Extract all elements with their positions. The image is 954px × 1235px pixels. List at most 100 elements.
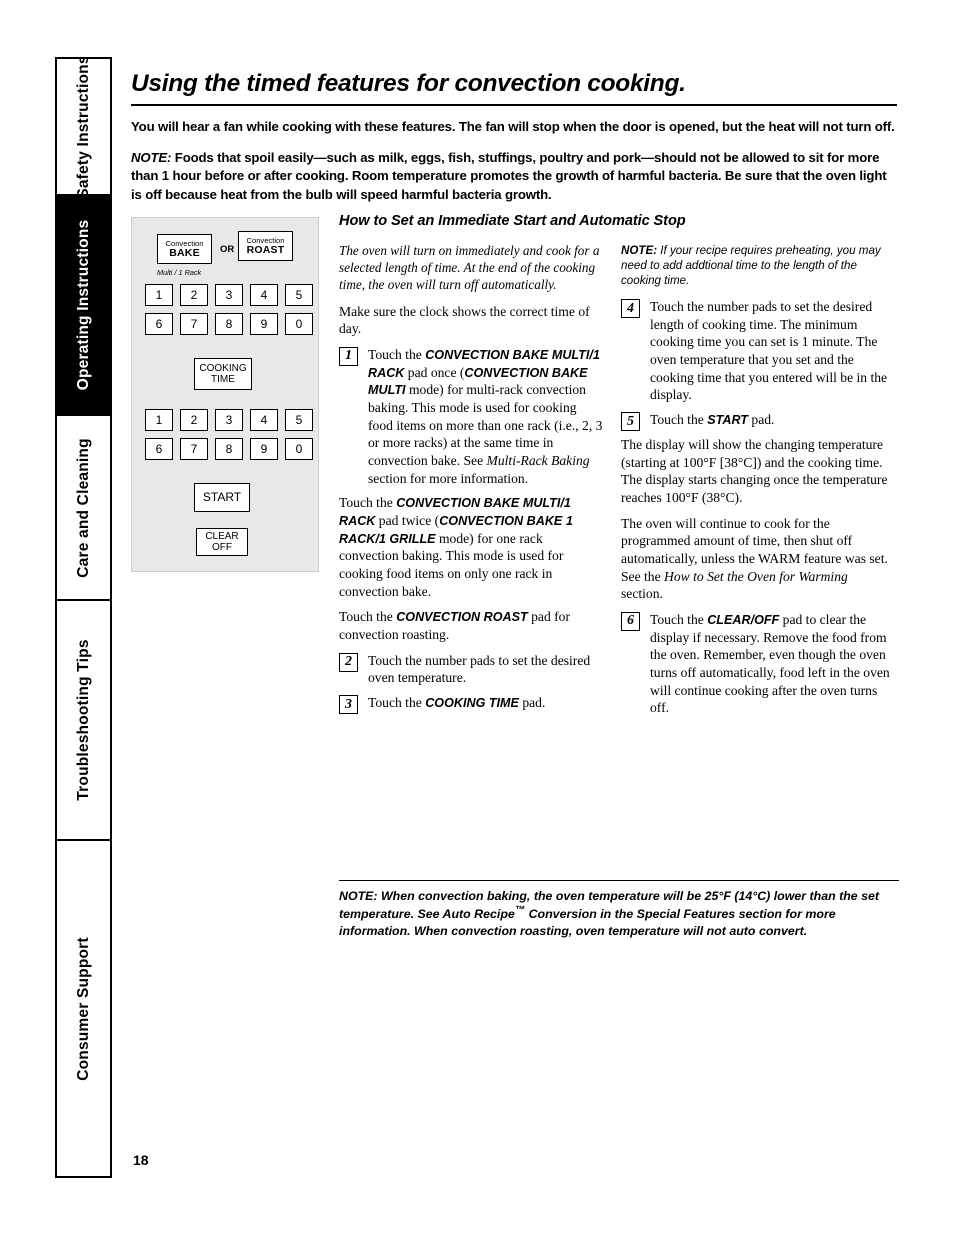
control-panel-illustration: Convection BAKE OR Convection ROAST Mult… (131, 216, 319, 572)
numpad-key[interactable]: 6 (145, 312, 173, 335)
sidebar-tab-care-and-cleaning[interactable]: Care and Cleaning (57, 416, 110, 601)
text-run: pad. (748, 412, 775, 428)
numbered-step: 2 Touch the number pads to set the desire… (339, 652, 604, 687)
sidebar-tab-operating-instructions[interactable]: Operating Instructions (57, 196, 110, 416)
numbered-step: 1 Touch the CONVECTION BAKE MULTI/1 RACK … (339, 346, 604, 487)
sidebar-tab-consumer-support[interactable]: Consumer Support (57, 841, 110, 1176)
start-pad-label: START (202, 489, 242, 504)
page-title: Using the timed features for convection … (131, 70, 686, 97)
cooking-time-pad-line1: COOKING (199, 362, 247, 374)
body-paragraph: The display will show the changing tempe… (621, 436, 893, 507)
sidebar-tab-troubleshooting-tips[interactable]: Troubleshooting Tips (57, 601, 110, 841)
numpad-key[interactable]: 7 (180, 437, 208, 460)
text-run: CONVECTION ROAST (396, 610, 528, 625)
text-run: CLEAR/OFF (707, 612, 780, 627)
numpad-key[interactable]: 2 (180, 283, 208, 306)
column-right: NOTE: If your recipe requires preheating… (621, 243, 893, 724)
text-run: The display will show the changing tempe… (621, 436, 888, 505)
intro-note-label: NOTE: (131, 149, 172, 165)
numpad-key[interactable]: 9 (250, 312, 278, 335)
body-paragraph: Touch the CONVECTION ROAST pad for conve… (339, 608, 604, 643)
numpad-key[interactable]: 4 (250, 408, 278, 431)
convection-roast-pad[interactable]: Convection ROAST (238, 230, 293, 261)
text-run: Touch the (650, 412, 708, 428)
numpad-key[interactable]: 6 (145, 437, 173, 460)
body-paragraph: Touch the CONVECTION BAKE MULTI/1 RACK p… (339, 494, 604, 600)
sidebar-tab-label: Care and Cleaning (74, 437, 92, 578)
clear-off-pad-line1: CLEAR (205, 530, 239, 542)
text-run: pad. (518, 695, 546, 711)
numpad-key[interactable]: 5 (285, 283, 313, 306)
column-left-leadin: Make sure the clock shows the correct ti… (339, 303, 590, 337)
sidebar-tab-label: Troubleshooting Tips (74, 639, 92, 801)
text-run: Touch the (339, 609, 397, 625)
sidebar-tab-label: Safety Instructions (74, 59, 92, 196)
text-run: Touch the (339, 495, 397, 511)
page-number: 18 (133, 1152, 149, 1168)
intro-paragraph-1: You will hear a fan while cooking with t… (131, 119, 895, 134)
text-run: section. (621, 586, 663, 602)
numpad-key[interactable]: 5 (285, 408, 313, 431)
start-pad[interactable]: START (194, 482, 250, 512)
section-heading: How to Set an Immediate Start and Automa… (339, 212, 686, 229)
steps-list-right-tail: 6 Touch the CLEAR/OFF pad to clear the di… (621, 611, 893, 717)
numbered-step: 6 Touch the CLEAR/OFF pad to clear the di… (621, 611, 893, 717)
sidebar-tab-safety-instructions[interactable]: Safety Instructions (57, 59, 110, 196)
cooking-time-pad[interactable]: COOKING TIME (194, 357, 252, 390)
numpad-key[interactable]: 0 (285, 312, 313, 335)
multi-rack-label: Multi / 1 Rack (157, 267, 202, 277)
convection-roast-pad-label: ROAST (246, 243, 285, 256)
page-content: Using the timed features for convection … (131, 70, 899, 938)
numpad-key[interactable]: 7 (180, 312, 208, 335)
text-run: Touch the (368, 346, 426, 362)
text-run: pad to clear the display if necessary. R… (650, 611, 890, 716)
numpad-key[interactable]: 1 (145, 408, 173, 431)
text-run: section for more information. (368, 470, 529, 486)
column-right-note-text: If your recipe requires preheating, you … (621, 243, 881, 288)
continuation-left: Touch the CONVECTION BAKE MULTI/1 RACK p… (339, 494, 604, 643)
intro-block: You will hear a fan while cooking with t… (131, 118, 897, 205)
step-text: Touch the number pads to set the desired… (368, 652, 604, 687)
step-number: 1 (339, 346, 358, 366)
text-run: Touch the number pads to set the desired… (650, 299, 888, 403)
text-run: ™ (514, 905, 526, 917)
sidebar-tab-label: Operating Instructions (74, 219, 92, 391)
column-left-intro: The oven will turn on immediately and co… (339, 242, 600, 292)
step-number: 5 (621, 412, 640, 432)
numpad-key[interactable]: 2 (180, 408, 208, 431)
clear-off-pad[interactable]: CLEAR OFF (196, 527, 248, 556)
convection-bake-pad[interactable]: Convection BAKE (157, 233, 212, 264)
numpad-key[interactable]: 1 (145, 283, 173, 306)
intro-paragraph-2: NOTE: Foods that spoil easily—such as mi… (131, 149, 897, 205)
cooking-time-pad-line2: TIME (211, 373, 235, 385)
numbered-step: 3 Touch the COOKING TIME pad. (339, 694, 604, 715)
numbered-step: 5 Touch the START pad. (621, 411, 893, 432)
steps-list-left-tail: 2 Touch the number pads to set the desire… (339, 652, 604, 715)
column-right-note-label: NOTE: (621, 243, 658, 257)
numpad-key[interactable]: 4 (250, 283, 278, 306)
numpad-key[interactable]: 9 (250, 437, 278, 460)
title-divider (131, 104, 897, 106)
text-run: pad once ( (404, 364, 465, 380)
bottom-note: NOTE: When convection baking, the oven t… (339, 879, 899, 940)
paragraphs-right: The display will show the changing tempe… (621, 436, 893, 603)
numpad-key[interactable]: 8 (215, 312, 243, 335)
numpad-key[interactable]: 3 (215, 283, 243, 306)
or-label: OR (220, 243, 235, 255)
column-left: The oven will turn on immediately and co… (339, 243, 604, 719)
intro-note-text: Foods that spoil easily—such as milk, eg… (131, 149, 887, 203)
step-text: Touch the number pads to set the desired… (650, 298, 893, 404)
body-paragraph: The oven will continue to cook for the p… (621, 515, 893, 603)
numpad-key[interactable]: 3 (215, 408, 243, 431)
text-run: Touch the (368, 695, 426, 711)
text-run: pad twice ( (375, 513, 440, 528)
numpad-key[interactable]: 8 (215, 437, 243, 460)
numbered-step: 4 Touch the number pads to set the desire… (621, 298, 893, 404)
steps-list-left: 1 Touch the CONVECTION BAKE MULTI/1 RACK … (339, 346, 604, 487)
step-text: Touch the START pad. (650, 411, 893, 429)
clear-off-pad-line2: OFF (212, 541, 232, 553)
step-number: 2 (339, 652, 358, 672)
step-number: 3 (339, 695, 358, 715)
text-run: How to Set the Oven for Warming (664, 568, 848, 584)
numpad-key[interactable]: 0 (285, 437, 313, 460)
